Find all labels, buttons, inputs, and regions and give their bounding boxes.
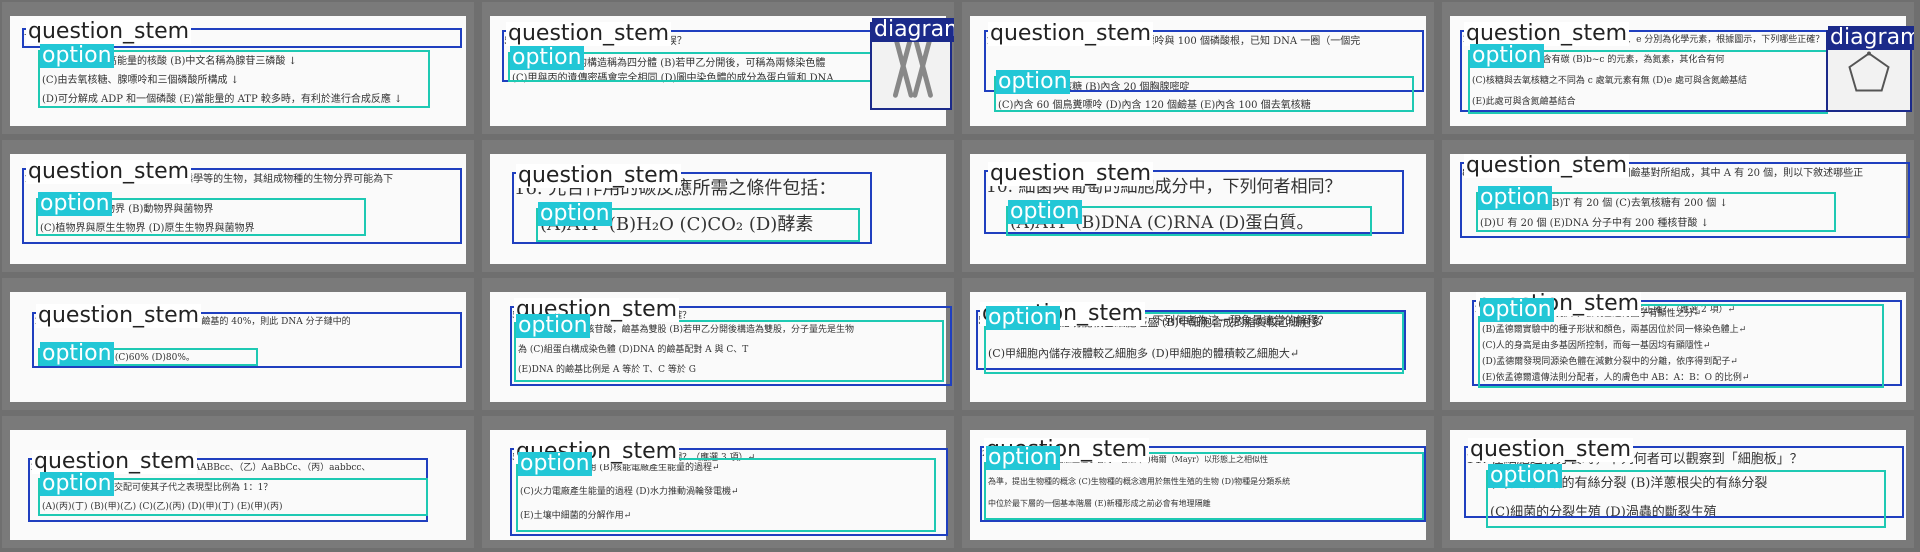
tile: 10. 某雙股 DNA 分子具有 20 個腺嘌呤與 100 個磷酸根，已知 DN… [962, 2, 1434, 134]
page-scan: 18. 依生命界的分類系統中有完善生態學等的生物，其組成物種的生物分界可能為下(… [10, 154, 466, 264]
tile-grid: 下列有關生物的敘述，哪些正確？ ↓(A)是一種含有高能量的核酸 (B)中文名稱為… [0, 0, 1920, 552]
page-scan: 15. 有 4 個個體，其基因型分別是（甲）AABBcc、（乙）AaBbCc、（… [10, 430, 466, 540]
option-label: option [38, 191, 112, 216]
label-text: question_stem [1466, 153, 1628, 178]
page-scan: 54. 下列有關於遺傳物質的敘述，哪些正確？(A)雙股中的八種核苷酸，鹼基為雙股… [490, 292, 952, 402]
tile: 11. 在細胞進行分裂時，下列何者可以觀察到「細胞板」？ (A)白魚胚胎的有絲分裂… [1442, 416, 1914, 548]
tile: 下列有關生物的敘述，哪些正確？ ↓(A)是一種含有高能量的核酸 (B)中文名稱為… [2, 2, 474, 134]
question-stem-label: question_stem [506, 21, 672, 46]
question-stem-label: question_stem [988, 21, 1154, 46]
page-scan: 13. 某 DNA 分子中的 A 和 T 占所有含氮鹼基的 40%，則此 DNA… [10, 292, 466, 402]
question-stem-label: question_stem [26, 19, 192, 44]
option-label: option [40, 471, 114, 496]
option-label: option [1488, 463, 1562, 488]
label-text: question_stem [1470, 437, 1632, 462]
tile: 8. 已知一分子雙股的 DNA 由 100 個鹼基對所組成，其中 A 有 20 … [1442, 140, 1914, 272]
tile: 10. 細菌與葡萄的細胞成分中，下列何者相同？ (A)ATP (B)DNA (C)… [962, 140, 1434, 272]
label-text: question_stem [28, 19, 190, 44]
option-label: option [510, 45, 584, 70]
page-scan: 10. 下列有關孟德爾遺傳法則的推論，哪些正確？（應選 2 項）↵(A)孟德爾的… [1450, 292, 1906, 402]
tile: 53. 生物的高基因組成較乙細胞多，下列何者為這一現象最適當的解釋？ (A)甲細胞… [962, 278, 1434, 410]
tile: 26. 下列有關生物分類的概念，何者正確？↵(A)林奈建立了以屬名加上種小名的二… [962, 416, 1434, 548]
tile: 15. 有 4 個個體，其基因型分別是（甲）AABBcc、（乙）AaBbCc、（… [2, 416, 474, 548]
tile: 5. 下列關於細胞分裂的敘述，何者錯誤？(A)此為聯會後的構造稱為四分體 (B)… [482, 2, 954, 134]
option-label: option [40, 341, 114, 366]
option-label: option [1470, 43, 1544, 68]
page-scan: 16. 光合作用的碳反應所需之條件包括： (A)ATP (B)H₂O (C)CO₂… [490, 154, 946, 264]
option-label: option [986, 305, 1060, 330]
question-stem-label: question_stem [1468, 437, 1634, 462]
tile: 54. 下列有關於遺傳物質的敘述，哪些正確？(A)雙股中的八種核苷酸，鹼基為雙股… [482, 278, 954, 410]
tile: 10. 下列有關孟德爾遺傳法則的推論，哪些正確？（應選 2 項）↵(A)孟德爾的… [1442, 278, 1914, 410]
page-scan: 下列有關生物的敘述，哪些正確？ ↓(A)是一種含有高能量的核酸 (B)中文名稱為… [10, 16, 466, 126]
page-scan: 26. 下列有關生物分類的概念，何者正確？↵(A)林奈建立了以屬名加上種小名的二… [970, 430, 1426, 540]
question-stem-label: question_stem [988, 161, 1154, 186]
label-text: question_stem [28, 159, 190, 184]
label-text: question_stem [518, 163, 680, 188]
option-label: option [996, 69, 1070, 94]
question-stem-label: question_stem [26, 159, 192, 184]
tile: 10. 右圖為細胞內的構造圖，a、b、c、d、e 分別為化學元素，根據圖示，下列… [1442, 2, 1914, 134]
option-label: option [1480, 297, 1554, 322]
page-scan: 10. 細菌與葡萄的細胞成分中，下列何者相同？ (A)ATP (B)DNA (C)… [970, 154, 1426, 264]
page-scan: 5. 下列關於細胞分裂的敘述，何者錯誤？(A)此為聯會後的構造稱為四分體 (B)… [490, 16, 954, 126]
question-stem-label: question_stem [36, 303, 202, 328]
page-scan: 10. 某雙股 DNA 分子具有 20 個腺嘌呤與 100 個磷酸根，已知 DN… [970, 16, 1426, 126]
question-stem-label: question_stem [516, 163, 682, 188]
option-label: option [40, 43, 114, 68]
option-label: option [518, 451, 592, 476]
page-scan: 10. 右圖為細胞內的構造圖，a、b、c、d、e 分別為化學元素，根據圖示，下列… [1450, 16, 1914, 126]
label-text: question_stem [990, 21, 1152, 46]
option-label: option [986, 445, 1060, 470]
tile: 53. 下列哪些事件與生態系的物質循環有關？（應選 3 項）↵(A)植物的光合作… [482, 416, 954, 548]
diagram-label: diagram [1828, 26, 1914, 50]
label-text: question_stem [508, 21, 670, 46]
label-text: question_stem [38, 303, 200, 328]
label-text: question_stem [990, 161, 1152, 186]
tile: 18. 依生命界的分類系統中有完善生態學等的生物，其組成物種的生物分界可能為下(… [2, 140, 474, 272]
tile: 13. 某 DNA 分子中的 A 和 T 占所有含氮鹼基的 40%，則此 DNA… [2, 278, 474, 410]
option-label: option [1008, 199, 1082, 224]
page-scan: 11. 在細胞進行分裂時，下列何者可以觀察到「細胞板」？ (A)白魚胚胎的有絲分裂… [1450, 430, 1906, 540]
question-stem-label: question_stem [1464, 153, 1630, 178]
tile: 16. 光合作用的碳反應所需之條件包括： (A)ATP (B)H₂O (C)CO₂… [482, 140, 954, 272]
option-label: option [516, 313, 590, 338]
option-label: option [1478, 185, 1552, 210]
diagram-label: diagram [872, 18, 954, 42]
option-label: option [538, 201, 612, 226]
page-scan: 53. 下列哪些事件與生態系的物質循環有關？（應選 3 項）↵(A)植物的光合作… [490, 430, 948, 540]
page-scan: 53. 生物的高基因組成較乙細胞多，下列何者為這一現象最適當的解釋？ (A)甲細胞… [970, 292, 1426, 402]
page-scan: 8. 已知一分子雙股的 DNA 由 100 個鹼基對所組成，其中 A 有 20 … [1450, 153, 1910, 264]
